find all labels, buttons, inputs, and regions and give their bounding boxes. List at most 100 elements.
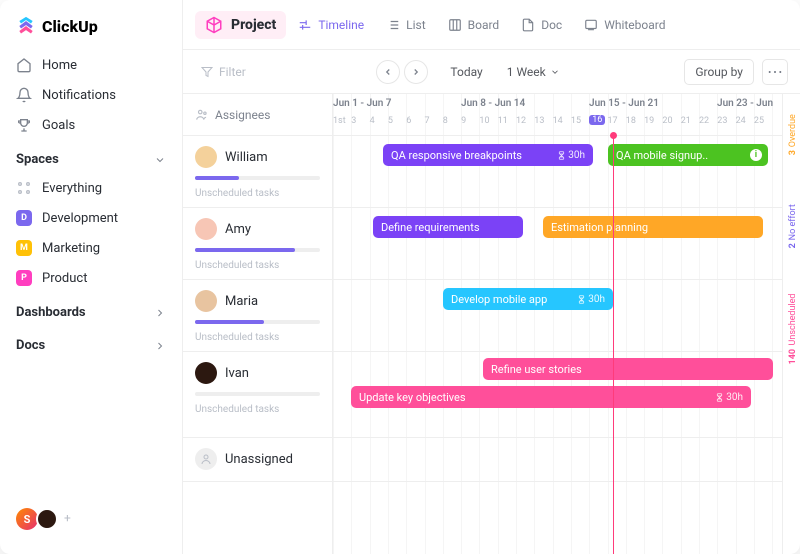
timeline-grid[interactable]: Jun 1 - Jun 7Jun 8 - Jun 14Jun 15 - Jun … (333, 94, 782, 554)
nav-goals[interactable]: Goals (0, 110, 182, 140)
task-bar[interactable]: QA mobile signup.. i (608, 144, 768, 166)
timeline-row: Refine user stories Update key objectives… (333, 352, 782, 438)
space-prod-label: Product (42, 271, 87, 286)
nav-home[interactable]: Home (0, 50, 182, 80)
filter-button[interactable]: Filter (195, 61, 252, 83)
assignee-row-ivan: Ivan Unscheduled tasks (183, 352, 332, 438)
dashboards-header[interactable]: Dashboards (0, 293, 182, 326)
task-bar[interactable]: Update key objectives 30h (351, 386, 751, 408)
day-label: 1st (333, 116, 346, 126)
presence-avatar-2[interactable] (36, 508, 58, 530)
day-label: 24 (736, 116, 746, 126)
day-label: 5 (388, 116, 393, 126)
day-label: 14 (553, 116, 563, 126)
view-timeline[interactable]: Timeline (288, 12, 374, 38)
unscheduled-label[interactable]: Unscheduled tasks (195, 260, 320, 271)
filter-label: Filter (219, 65, 246, 79)
task-hours: 30h (715, 392, 743, 403)
unscheduled-label[interactable]: Unscheduled tasks (195, 188, 320, 199)
presence-avatar-1[interactable]: S (16, 508, 38, 530)
timeline-header: Jun 1 - Jun 7Jun 8 - Jun 14Jun 15 - Jun … (333, 94, 782, 136)
more-button[interactable]: ⋯ (762, 59, 788, 85)
day-label: 9 (461, 116, 466, 126)
unscheduled-label[interactable]: Unscheduled tasks (195, 332, 320, 343)
day-label: 19 (644, 116, 654, 126)
task-bar[interactable]: Estimation planning (543, 216, 763, 238)
task-label: Update key objectives (359, 391, 466, 404)
period-selector[interactable]: 1 Week (507, 65, 560, 79)
progress-bar (195, 176, 320, 180)
info-icon: i (750, 149, 762, 161)
task-bar[interactable]: Refine user stories (483, 358, 773, 380)
task-label: QA mobile signup.. (616, 149, 708, 162)
view-list-label: List (406, 18, 426, 32)
day-label: 20 (662, 116, 672, 126)
view-board-label: Board (468, 18, 500, 32)
presence-bar: S + (0, 508, 182, 540)
person-name: William (225, 150, 268, 165)
avatar (195, 146, 217, 168)
prod-badge: P (16, 270, 32, 286)
grid-icon (16, 180, 32, 196)
nav-notifications[interactable]: Notifications (0, 80, 182, 110)
timeline-icon (298, 18, 312, 32)
list-icon (386, 18, 400, 32)
nav-goals-label: Goals (42, 118, 75, 133)
task-label: Define requirements (381, 221, 480, 234)
add-user-icon[interactable]: + (64, 511, 80, 527)
side-stats: 3Overdue 2No effort 140Unscheduled (782, 94, 800, 554)
timeline-row: Develop mobile app30h (333, 280, 782, 352)
prev-button[interactable] (376, 60, 400, 84)
space-marketing[interactable]: M Marketing (0, 233, 182, 263)
brand-logo[interactable]: ClickUp (0, 14, 182, 50)
view-whiteboard[interactable]: Whiteboard (574, 12, 675, 38)
task-bar[interactable]: Define requirements (373, 216, 523, 238)
next-button[interactable] (404, 60, 428, 84)
stat-unscheduled[interactable]: 140Unscheduled (788, 294, 798, 364)
day-label: 15 (571, 116, 581, 126)
task-bar[interactable]: Develop mobile app30h (443, 288, 613, 310)
person-name: Unassigned (225, 452, 293, 467)
dev-badge: D (16, 210, 32, 226)
board-icon (448, 18, 462, 32)
spaces-header[interactable]: Spaces (0, 140, 182, 173)
week-label: Jun 8 - Jun 14 (461, 98, 525, 109)
week-label: Jun 15 - Jun 21 (589, 98, 659, 109)
nav-home-label: Home (42, 58, 77, 73)
view-list[interactable]: List (376, 12, 436, 38)
view-doc[interactable]: Doc (511, 12, 572, 38)
avatar (195, 290, 217, 312)
task-bar[interactable]: QA responsive breakpoints30h (383, 144, 593, 166)
day-label: 23 (717, 116, 727, 126)
docs-label: Docs (16, 338, 45, 353)
timeline-row: QA responsive breakpoints30h QA mobile si… (333, 136, 782, 208)
project-chip[interactable]: Project (195, 11, 286, 39)
timeline-row (333, 438, 782, 482)
unscheduled-label[interactable]: Unscheduled tasks (195, 404, 320, 415)
period-label: 1 Week (507, 65, 546, 79)
stat-overdue[interactable]: 3Overdue (788, 114, 798, 155)
project-label: Project (231, 17, 276, 33)
space-development[interactable]: D Development (0, 203, 182, 233)
assignees-label: Assignees (215, 108, 270, 122)
docs-header[interactable]: Docs (0, 326, 182, 359)
people-icon (195, 108, 209, 122)
stat-noeffort[interactable]: 2No effort (788, 204, 798, 248)
day-label: 18 (626, 116, 636, 126)
nav-notifications-label: Notifications (42, 88, 116, 103)
task-hours: 30h (557, 150, 585, 161)
view-board[interactable]: Board (438, 12, 510, 38)
task-label: Refine user stories (491, 363, 582, 376)
whiteboard-icon (584, 18, 598, 32)
day-label: 10 (479, 116, 489, 126)
space-product[interactable]: P Product (0, 263, 182, 293)
day-label: 3 (351, 116, 356, 126)
week-label: Jun 23 - Jun (717, 98, 773, 109)
cube-icon (205, 16, 223, 34)
day-label: 6 (406, 116, 411, 126)
chevron-right-icon (154, 307, 166, 319)
mkt-badge: M (16, 240, 32, 256)
space-everything[interactable]: Everything (0, 173, 182, 203)
today-button[interactable]: Today (450, 65, 482, 79)
groupby-button[interactable]: Group by (684, 59, 754, 85)
